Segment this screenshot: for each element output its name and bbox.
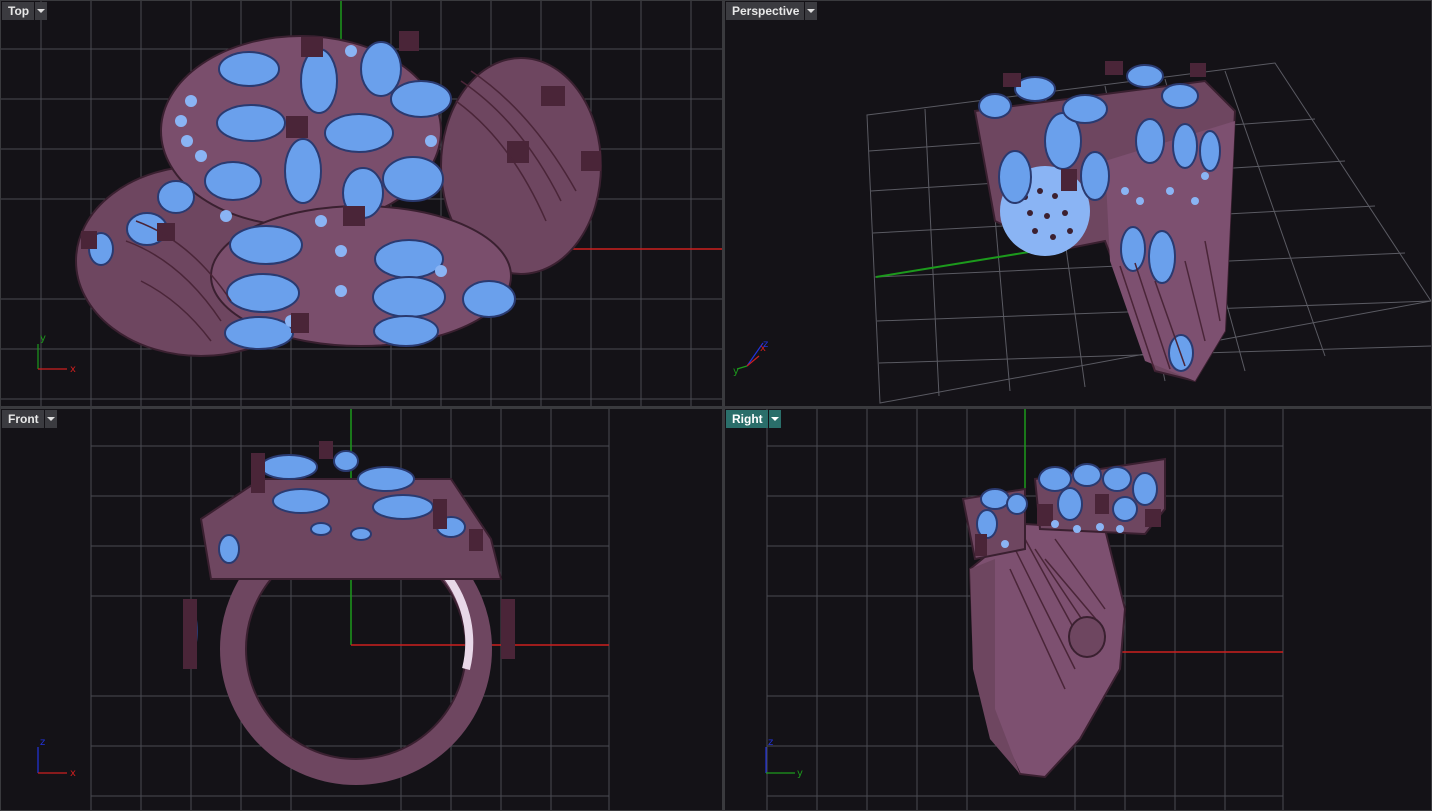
axis-label-y: y	[797, 768, 803, 779]
viewport-label-front[interactable]: Front	[2, 410, 44, 428]
viewport-label-top[interactable]: Top	[2, 2, 35, 20]
viewport-title-top[interactable]: Top	[2, 2, 48, 20]
chevron-down-icon[interactable]	[768, 410, 781, 428]
axis-label-x: x	[70, 768, 76, 779]
axis-label-z: z	[40, 737, 45, 748]
axis-gizmo-front: x z	[37, 737, 76, 779]
viewport-title-front[interactable]: Front	[2, 410, 57, 428]
viewport-top[interactable]: x y Top	[1, 1, 722, 406]
viewport-label-right[interactable]: Right	[726, 410, 768, 428]
perspective-viewport-canvas[interactable]: x z y	[725, 1, 1431, 406]
axis-label-z: z	[763, 339, 768, 350]
ring-model-front	[183, 441, 515, 785]
ring-model-perspective	[973, 61, 1237, 383]
viewport-right[interactable]: y z Right	[725, 409, 1431, 810]
front-viewport-canvas[interactable]: x z	[1, 409, 722, 810]
chevron-down-icon[interactable]	[35, 2, 48, 20]
ring-model-right	[961, 457, 1166, 779]
axis-label-z: z	[768, 737, 773, 748]
viewport-label-perspective[interactable]: Perspective	[726, 2, 805, 20]
axis-gizmo-right: y z	[765, 737, 803, 779]
ring-model-top	[75, 31, 602, 357]
viewport-front[interactable]: x z Front	[1, 409, 722, 810]
axis-label-y: y	[733, 366, 739, 377]
top-viewport-canvas[interactable]: x y	[1, 1, 722, 406]
axis-gizmo-perspective: x z y	[733, 339, 768, 377]
axis-gizmo-top: x y	[37, 333, 76, 375]
axis-label-y: y	[40, 333, 46, 344]
axis-label-x: x	[70, 364, 76, 375]
viewport-perspective[interactable]: x z y Perspective	[725, 1, 1431, 406]
chevron-down-icon[interactable]	[44, 410, 57, 428]
chevron-down-icon[interactable]	[805, 2, 818, 20]
viewport-title-right[interactable]: Right	[726, 410, 781, 428]
right-viewport-canvas[interactable]: y z	[725, 409, 1431, 810]
viewport-title-perspective[interactable]: Perspective	[726, 2, 818, 20]
